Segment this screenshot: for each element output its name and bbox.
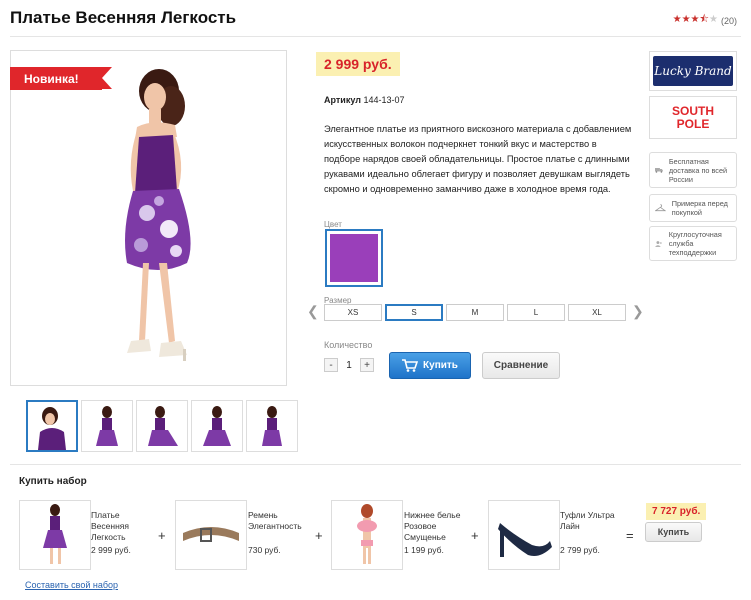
rating-stars: ★★★⯪★ [672,14,718,25]
product-description: Элегантное платье из приятного вискозног… [324,124,632,194]
build-own-set-link[interactable]: Составить свой набор [25,580,118,590]
equals-sign: = [626,528,634,543]
quantity-value[interactable]: 1 [344,360,354,371]
set-item-price: 2 999 руб. [91,545,131,555]
compare-button[interactable]: Сравнение [482,352,560,379]
set-item-image-shoes[interactable] [488,500,560,570]
thumbnail-1[interactable] [26,400,78,452]
set-item-price: 730 руб. [248,545,281,555]
brand-logo-southpole[interactable]: SOUTH POLE [649,96,737,139]
buy-button-label: Купить [423,360,458,371]
sku-label: Артикул [324,95,361,105]
set-item-image-dress[interactable] [19,500,91,570]
color-label: Цвет [324,220,342,229]
quantity-minus-button[interactable]: - [324,358,338,372]
chevron-left-icon[interactable]: ❮ [307,303,319,320]
sku-value: 144-13-07 [363,95,405,105]
size-option[interactable]: L [507,304,565,321]
size-option[interactable]: M [446,304,504,321]
thumbnail-2[interactable] [81,400,133,452]
hanger-icon [655,204,666,212]
plus-sign: + [471,528,479,543]
rating[interactable]: ★★★⯪★ (20) [673,12,737,29]
set-item-name[interactable]: Нижнее белье Розовое Смущенье [404,510,472,543]
set-buy-button[interactable]: Купить [645,522,702,542]
chevron-right-icon[interactable]: ❯ [632,303,644,320]
new-badge: Новинка! [10,67,112,90]
feature-text: Примерка перед покупкой [671,199,728,217]
plus-sign: + [315,528,323,543]
thumbnail-4[interactable] [191,400,243,452]
south-pole-logo: SOUTH POLE [672,103,714,131]
set-item-image-belt[interactable] [175,500,247,570]
size-option[interactable]: XL [568,304,626,321]
sku: Артикул 144-13-07 [324,95,405,105]
support-icon [655,240,662,247]
thumbnail-5[interactable] [246,400,298,452]
divider [10,36,741,37]
feature-delivery: Бесплатная доставка по всей России [649,152,737,188]
feature-text: Бесплатная доставка по всей России [668,156,728,184]
divider [10,464,741,465]
set-item-name[interactable]: Ремень Элегантность [248,510,318,532]
size-option[interactable]: XS [324,304,382,321]
color-swatch[interactable] [325,229,383,287]
feature-text: Круглосуточная служба техподдержки [668,230,722,257]
thumbnail-strip [26,400,298,452]
set-item-image-lingerie[interactable] [331,500,403,570]
buy-button[interactable]: Купить [389,352,471,379]
plus-sign: + [158,528,166,543]
set-item-price: 1 199 руб. [404,545,444,555]
set-item-name[interactable]: Туфли Ультра Лайн [560,510,620,532]
brand-logo-lucky[interactable]: Lucky Brand [649,51,737,91]
size-selector: XS S M L XL [324,304,626,321]
size-option[interactable]: S [385,304,443,321]
quantity-stepper: - 1 + [324,358,374,372]
set-item-price: 2 799 руб. [560,545,600,555]
product-price: 2 999 руб. [316,52,400,76]
feature-fitting: Примерка перед покупкой [649,194,737,222]
quantity-plus-button[interactable]: + [360,358,374,372]
truck-icon [655,168,663,173]
set-title: Купить набор [19,476,87,487]
main-product-image[interactable] [10,50,287,386]
color-swatch-fill [330,234,378,282]
feature-support: Круглосуточная служба техподдержки [649,226,737,261]
cart-icon [402,359,419,372]
thumbnail-3[interactable] [136,400,188,452]
rating-count: (20) [720,15,737,26]
quantity-label: Количество [324,340,373,350]
set-total-price: 7 727 руб. [646,503,707,520]
page-title: Платье Весенняя Легкость [10,8,237,27]
lucky-brand-logo: Lucky Brand [653,56,733,86]
set-item-name[interactable]: Платье Весенняя Легкость [91,510,151,543]
